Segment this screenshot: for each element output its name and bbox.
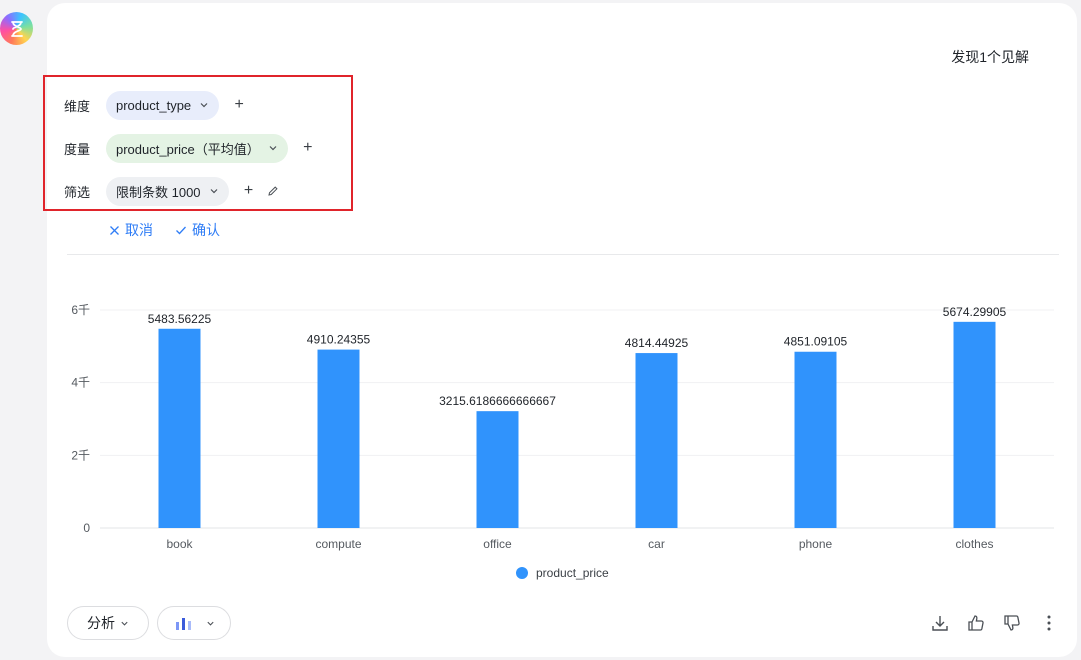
cancel-label: 取消 bbox=[125, 222, 153, 238]
chevron-down-icon bbox=[199, 100, 209, 110]
chart-type-button[interactable] bbox=[157, 606, 231, 640]
thumbs-down-icon[interactable] bbox=[1002, 613, 1022, 633]
measure-value: product_price（平均值） bbox=[116, 141, 260, 157]
bar bbox=[635, 353, 678, 528]
thumbs-up-icon[interactable] bbox=[966, 613, 986, 633]
chart-config-panel: 维度 product_type + 度量 product_price（平均值） … bbox=[43, 75, 353, 211]
download-icon[interactable] bbox=[930, 613, 950, 633]
data-label: 4814.44925 bbox=[625, 336, 689, 350]
bar bbox=[476, 411, 519, 528]
y-tick-label: 4千 bbox=[71, 376, 90, 390]
chevron-down-icon bbox=[268, 143, 278, 153]
measure-label: 度量 bbox=[64, 141, 91, 157]
bar bbox=[158, 328, 201, 528]
divider bbox=[67, 254, 1059, 255]
bar bbox=[794, 351, 837, 528]
cancel-button[interactable]: 取消 bbox=[109, 220, 153, 240]
x-tick-label: office bbox=[483, 537, 512, 551]
data-label: 4910.24355 bbox=[307, 333, 371, 347]
config-actions: 取消 确认 bbox=[109, 220, 220, 240]
chevron-down-icon bbox=[121, 621, 128, 626]
measure-select[interactable]: product_price（平均值） bbox=[106, 133, 288, 163]
hourglass-icon bbox=[10, 20, 23, 37]
x-tick-label: car bbox=[648, 537, 665, 551]
analyze-button[interactable]: 分析 bbox=[67, 606, 149, 640]
filter-row: 筛选 限制条数 1000 + bbox=[64, 176, 279, 206]
filter-label: 筛选 bbox=[64, 184, 91, 200]
dimension-row: 维度 product_type + bbox=[64, 90, 245, 120]
y-tick-label: 0 bbox=[83, 521, 90, 535]
app-logo[interactable] bbox=[0, 12, 33, 45]
check-icon bbox=[176, 226, 186, 234]
x-tick-label: clothes bbox=[955, 537, 993, 551]
x-tick-label: phone bbox=[799, 537, 833, 551]
add-measure-plus-icon[interactable]: + bbox=[302, 140, 314, 156]
bar-chart: 0 2千 4千 6千 5483.56225 book 4910.24355 compute 32… bbox=[71, 303, 1054, 580]
bar bbox=[317, 349, 360, 528]
data-label: 4851.09105 bbox=[784, 335, 848, 349]
legend-label: product_price bbox=[536, 566, 609, 580]
x-tick-label: book bbox=[166, 537, 193, 551]
add-dimension-plus-icon[interactable]: + bbox=[233, 97, 245, 113]
data-label: 5674.29905 bbox=[943, 305, 1007, 319]
analyze-label: 分析 bbox=[87, 615, 115, 631]
bar bbox=[953, 321, 996, 528]
edit-pencil-icon[interactable] bbox=[267, 185, 279, 197]
y-tick-label: 6千 bbox=[71, 303, 90, 317]
bar-chart-icon bbox=[175, 618, 191, 630]
filter-value: 限制条数 1000 bbox=[116, 184, 201, 200]
data-label: 5483.56225 bbox=[148, 312, 212, 326]
y-tick-label: 2千 bbox=[71, 448, 90, 462]
more-options-icon[interactable] bbox=[1039, 613, 1059, 633]
data-label: 3215.6186666666667 bbox=[439, 394, 556, 408]
measure-row: 度量 product_price（平均值） + bbox=[64, 133, 314, 163]
add-filter-plus-icon[interactable]: + bbox=[243, 183, 255, 199]
dimension-value: product_type bbox=[116, 97, 192, 113]
dimension-select[interactable]: product_type bbox=[106, 90, 220, 120]
dimension-label: 维度 bbox=[64, 98, 91, 114]
chevron-down-icon bbox=[206, 621, 214, 626]
x-tick-label: compute bbox=[315, 537, 361, 551]
close-icon bbox=[110, 225, 119, 235]
confirm-label: 确认 bbox=[192, 222, 220, 238]
legend-swatch bbox=[516, 567, 528, 579]
filter-select[interactable]: 限制条数 1000 bbox=[106, 176, 229, 206]
insight-link[interactable]: 发现1个见解 bbox=[951, 47, 1029, 67]
chevron-down-icon bbox=[209, 186, 219, 196]
chart-card: 发现1个见解 维度 product_type + 度量 product_pric… bbox=[43, 3, 1077, 657]
confirm-button[interactable]: 确认 bbox=[175, 220, 220, 240]
